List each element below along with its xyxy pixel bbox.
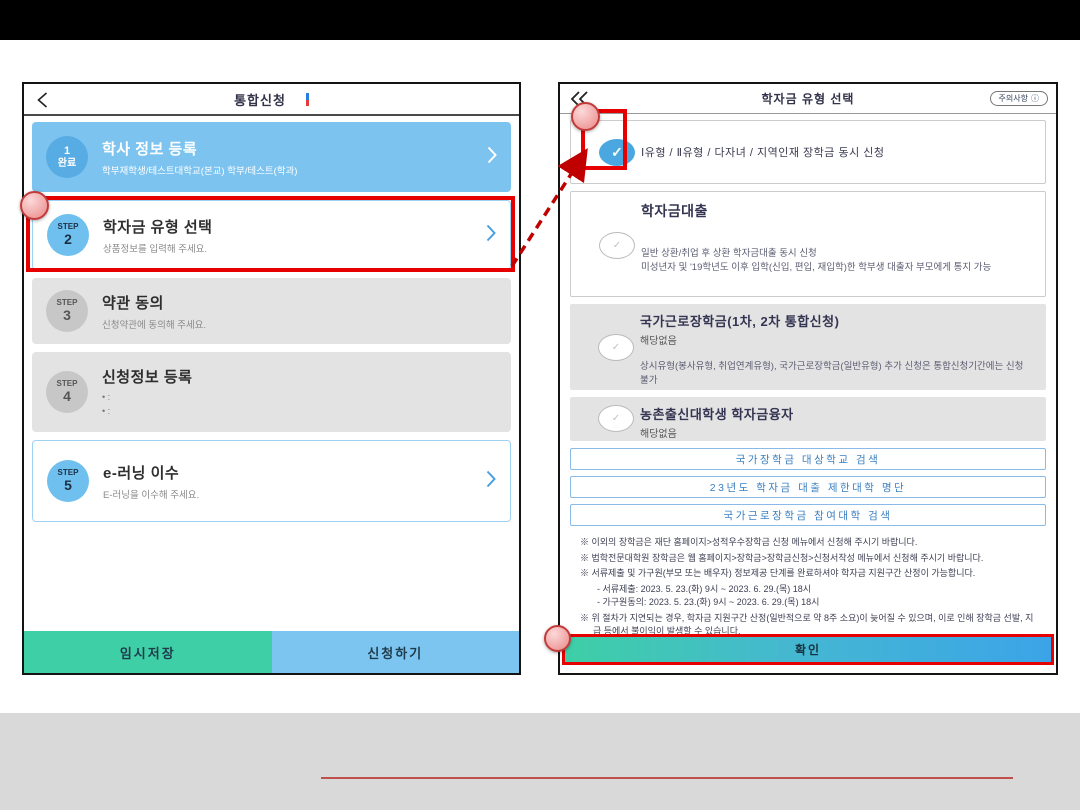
step-badge-2: STEP 2 (47, 214, 89, 256)
step-subtitle: 학부재학생/테스트대학교(본교) 학부/테스트(학과) (102, 163, 297, 177)
step-subtitle: 신청약관에 동의해 주세요. (102, 317, 206, 331)
option-title: 학자금대출 (641, 201, 1031, 221)
page-title: 학자금 유형 선택 (762, 90, 855, 107)
divider-red-line (321, 777, 1013, 779)
option-label: Ⅰ유형 / Ⅱ유형 / 다자녀 / 지역인재 장학금 동시 신청 (641, 144, 885, 160)
step-title: 학자금 유형 선택 (103, 216, 212, 237)
note-subline: - 서류제출: 2023. 5. 23.(화) 9시 ~ 2023. 6. 29… (580, 583, 1034, 596)
checkbox-work-scholarship[interactable]: ✓ (598, 334, 634, 361)
option-title: 국가근로장학금(1차, 2차 통합신청) (640, 311, 1032, 330)
top-black-bar (0, 0, 1080, 40)
step-card-3-terms[interactable]: STEP 3 약관 동의 신청약관에 동의해 주세요. (32, 278, 511, 344)
option-status: 해당없음 (640, 425, 1032, 440)
option-description: 일반 상환/취업 후 상환 학자금대출 동시 신청 미성년자 및 '19학년도 … (641, 247, 1031, 275)
note-subline: - 가구원동의: 2023. 5. 23.(화) 9시 ~ 2023. 6. 2… (580, 596, 1034, 609)
step-title: 신청정보 등록 (102, 366, 192, 387)
notice-badge[interactable]: 주의사항 ⓘ (990, 91, 1048, 106)
apply-button[interactable]: 신청하기 (272, 631, 520, 673)
checkbox-student-loan[interactable]: ✓ (599, 232, 635, 259)
info-icon: ⓘ (1031, 93, 1039, 104)
chevron-right-icon (487, 146, 497, 169)
note-line: ※ 법학전문대학원 장학금은 웹 홈페이지>장학금>장학금신청>신청서작성 메뉴… (580, 552, 1034, 565)
work-scholarship-universities-button[interactable]: 국가근로장학금 참여대학 검색 (570, 504, 1046, 526)
left-footer: 임시저장 신청하기 (24, 631, 519, 673)
option-status: 해당없음 (640, 332, 1032, 347)
annotation-circle-checkbox (571, 102, 600, 131)
option-title: 농촌출신대학생 학자금융자 (640, 404, 1032, 423)
notes-section: ※ 이외의 장학금은 재단 홈페이지>성적우수장학금 신청 메뉴에서 신청해 주… (570, 532, 1046, 637)
note-line: ※ 서류제출 및 가구원(부모 또는 배우자) 정보제공 단계를 완료하셔야 학… (580, 567, 1034, 580)
chevron-right-icon (486, 224, 496, 247)
step-badge-1: 1 완료 (46, 136, 88, 178)
step-title: e-러닝 이수 (103, 462, 199, 483)
left-phone-screen: 통합신청 1 완료 학사 정보 등록 학부재학생/테스트대학교(본교) 학부/테… (22, 82, 521, 675)
step-title: 학사 정보 등록 (102, 138, 297, 159)
school-search-button[interactable]: 국가장학금 대상학교 검색 (570, 448, 1046, 470)
page-title: 통합신청 (234, 90, 286, 109)
restricted-universities-button[interactable]: 23년도 학자금 대출 제한대학 명단 (570, 476, 1046, 498)
step-badge-4: STEP 4 (46, 371, 88, 413)
check-icon: ✓ (612, 342, 620, 353)
checkbox-scholarship-types-checked[interactable]: ✓ (599, 139, 635, 166)
temp-save-button[interactable]: 임시저장 (24, 631, 272, 673)
right-phone-screen: 학자금 유형 선택 주의사항 ⓘ ✓ Ⅰ유형 / Ⅱ유형 / 다자녀 / 지역인… (558, 82, 1058, 675)
back-icon[interactable] (36, 92, 49, 113)
bottom-gray-strip (0, 713, 1080, 810)
step-card-1-academic-info[interactable]: 1 완료 학사 정보 등록 학부재학생/테스트대학교(본교) 학부/테스트(학과… (32, 122, 511, 192)
chevron-right-icon (486, 470, 496, 493)
step-card-5-elearning[interactable]: STEP 5 e-러닝 이수 E-러닝을 이수해 주세요. (32, 440, 511, 522)
check-icon: ✓ (611, 144, 623, 161)
option-rural-loan[interactable]: ✓ 농촌출신대학생 학자금융자 해당없음 (570, 397, 1046, 441)
check-icon: ✓ (612, 413, 620, 424)
step-badge-3: STEP 3 (46, 290, 88, 332)
option-student-loan[interactable]: ✓ 학자금대출 일반 상환/취업 후 상환 학자금대출 동시 신청 미성년자 및… (570, 191, 1046, 297)
step-subtitle: E-러닝을 이수해 주세요. (103, 487, 199, 501)
option-description: 상시유형(봉사유형, 취업연계유형), 국가근로장학금(일반유형) 추가 신청은… (640, 360, 1032, 388)
annotation-circle-confirm (544, 625, 571, 652)
note-line: ※ 이외의 장학금은 재단 홈페이지>성적우수장학금 신청 메뉴에서 신청해 주… (580, 536, 1034, 549)
step-title: 약관 동의 (102, 292, 206, 313)
cursor-mark-icon (306, 93, 309, 106)
step-card-4-application-info[interactable]: STEP 4 신청정보 등록 • : • : (32, 352, 511, 432)
left-header: 통합신청 (24, 84, 519, 116)
step-subtitle: 상품정보를 입력해 주세요. (103, 241, 212, 255)
option-scholarship-types[interactable]: ✓ Ⅰ유형 / Ⅱ유형 / 다자녀 / 지역인재 장학금 동시 신청 (570, 120, 1046, 184)
check-icon: ✓ (613, 240, 621, 251)
checkbox-rural-loan[interactable]: ✓ (598, 405, 634, 432)
annotation-circle-step2 (20, 191, 49, 220)
option-work-scholarship[interactable]: ✓ 국가근로장학금(1차, 2차 통합신청) 해당없음 상시유형(봉사유형, 취… (570, 304, 1046, 390)
step-card-2-fund-type[interactable]: STEP 2 학자금 유형 선택 상품정보를 입력해 주세요. (32, 200, 511, 270)
right-header: 학자금 유형 선택 주의사항 ⓘ (560, 84, 1056, 114)
confirm-button[interactable]: 확인 (562, 634, 1054, 665)
step-bullets: • : • : (102, 390, 192, 419)
step-badge-5: STEP 5 (47, 460, 89, 502)
